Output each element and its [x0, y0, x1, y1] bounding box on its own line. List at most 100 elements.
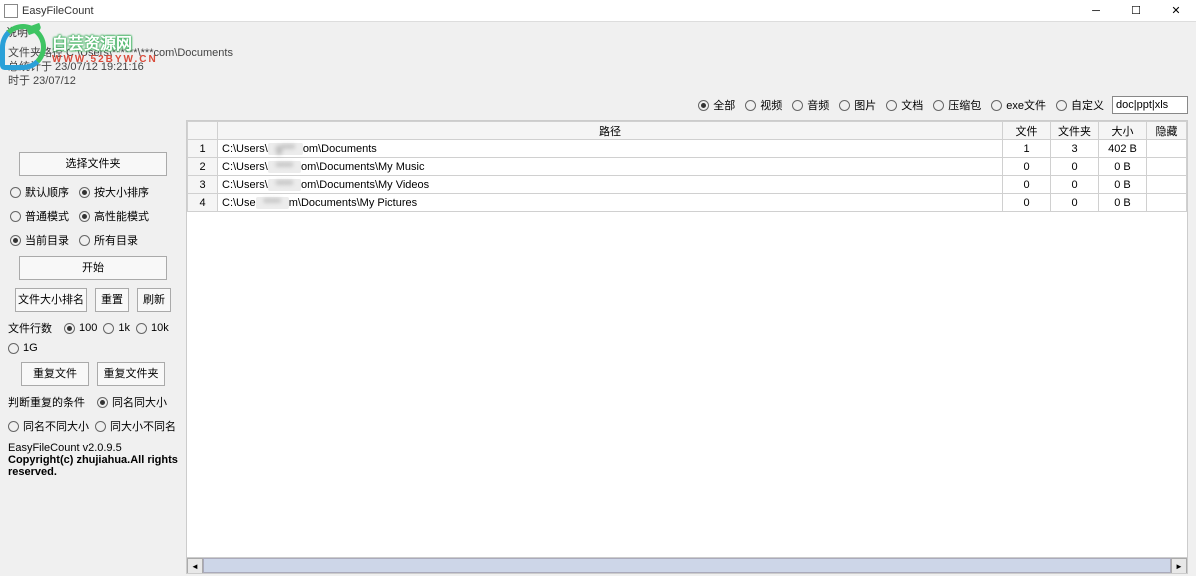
radio-label: 1G [23, 342, 38, 354]
col-folders[interactable]: 文件夹 [1051, 122, 1099, 140]
radio-dup-name-size[interactable]: 同名同大小 [97, 394, 167, 410]
row-number: 1 [188, 140, 218, 158]
radio-label: exe文件 [1006, 97, 1046, 113]
horizontal-scrollbar[interactable]: ◄ ► [187, 557, 1187, 573]
radio-label: 普通模式 [25, 208, 69, 224]
row-number: 2 [188, 158, 218, 176]
radio-normal-mode[interactable]: 普通模式 [10, 208, 69, 224]
radio-label: 高性能模式 [94, 208, 149, 224]
col-size[interactable]: 大小 [1099, 122, 1147, 140]
radio-label: 视频 [760, 97, 782, 113]
scroll-thumb[interactable] [203, 558, 1171, 573]
app-icon [4, 4, 18, 18]
radio-default-sort[interactable]: 默认顺序 [10, 184, 69, 200]
radio-rows-100[interactable]: 100 [64, 322, 97, 334]
filter-all[interactable]: 全部 [698, 97, 735, 113]
filter-audio[interactable]: 音频 [792, 97, 829, 113]
radio-rows-1g[interactable]: 1G [8, 342, 38, 354]
rows-label: 文件行数 [8, 320, 52, 336]
radio-size-sort[interactable]: 按大小排序 [79, 184, 149, 200]
col-path[interactable]: 路径 [218, 122, 1003, 140]
radio-label: 同名不同大小 [23, 418, 89, 434]
radio-dup-size-diff[interactable]: 同大小不同名 [95, 418, 176, 434]
info-stat-time: 总统计于 23/07/12 19:21:16 [8, 60, 1188, 74]
radio-all-dir[interactable]: 所有目录 [79, 232, 138, 248]
cell-path: C:\Users\****om\Documents\My Videos [218, 176, 1003, 194]
table-row[interactable]: 1C:\Users\g***om\Documents13402 B [188, 140, 1187, 158]
cell-size: 0 B [1099, 194, 1147, 212]
radio-label: 音频 [807, 97, 829, 113]
filter-image[interactable]: 图片 [839, 97, 876, 113]
dup-folder-button[interactable]: 重复文件夹 [97, 362, 165, 386]
refresh-button[interactable]: 刷新 [137, 288, 171, 312]
sidebar: 选择文件夹 默认顺序 按大小排序 普通模式 高性能模式 当前目录 所有目录 开始… [8, 96, 178, 574]
filter-video[interactable]: 视频 [745, 97, 782, 113]
table-row[interactable]: 4C:\Use****m\Documents\My Pictures000 B [188, 194, 1187, 212]
cell-path: C:\Users\****om\Documents\My Music [218, 158, 1003, 176]
radio-high-mode[interactable]: 高性能模式 [79, 208, 149, 224]
cell-path: C:\Users\g***om\Documents [218, 140, 1003, 158]
cell-size: 0 B [1099, 158, 1147, 176]
radio-current-dir[interactable]: 当前目录 [10, 232, 69, 248]
scroll-left-icon[interactable]: ◄ [187, 558, 203, 574]
col-files[interactable]: 文件 [1003, 122, 1051, 140]
titlebar: EasyFileCount ─ ☐ ✕ [0, 0, 1196, 22]
copyright-text: Copyright(c) zhujiahua.All rights reserv… [8, 454, 178, 478]
radio-label: 100 [79, 322, 97, 334]
rank-button[interactable]: 文件大小排名 [15, 288, 87, 312]
filter-custom[interactable]: 自定义 [1056, 97, 1104, 113]
radio-label: 同名同大小 [112, 394, 167, 410]
minimize-button[interactable]: ─ [1076, 0, 1116, 22]
cell-hidden [1147, 158, 1187, 176]
info-path: 文件夹路径 C:\Users\******\***com\Documents [8, 46, 1188, 60]
col-rownum[interactable] [188, 122, 218, 140]
radio-label: 同大小不同名 [110, 418, 176, 434]
cell-hidden [1147, 140, 1187, 158]
info-area: 白芸资源网 WWW.52BYW.CN 文件夹路径 C:\Users\******… [0, 42, 1196, 96]
cell-folders: 3 [1051, 140, 1099, 158]
radio-label: 压缩包 [948, 97, 981, 113]
cell-hidden [1147, 194, 1187, 212]
cell-files: 1 [1003, 140, 1051, 158]
select-folder-button[interactable]: 选择文件夹 [19, 152, 167, 176]
filter-doc[interactable]: 文档 [886, 97, 923, 113]
radio-label: 按大小排序 [94, 184, 149, 200]
radio-label: 所有目录 [94, 232, 138, 248]
radio-label: 文档 [901, 97, 923, 113]
reset-button[interactable]: 重置 [95, 288, 129, 312]
radio-label: 图片 [854, 97, 876, 113]
cell-path: C:\Use****m\Documents\My Pictures [218, 194, 1003, 212]
table-row[interactable]: 3C:\Users\****om\Documents\My Videos000 … [188, 176, 1187, 194]
radio-dup-name-diff[interactable]: 同名不同大小 [8, 418, 89, 434]
custom-filter-input[interactable] [1112, 96, 1188, 114]
filter-archive[interactable]: 压缩包 [933, 97, 981, 113]
dup-cond-label: 判断重复的条件 [8, 394, 85, 410]
cell-files: 0 [1003, 158, 1051, 176]
radio-label: 1k [118, 322, 130, 334]
version-text: EasyFileCount v2.0.9.5 [8, 442, 178, 454]
row-number: 3 [188, 176, 218, 194]
radio-rows-1k[interactable]: 1k [103, 322, 130, 334]
cell-folders: 0 [1051, 158, 1099, 176]
radio-label: 自定义 [1071, 97, 1104, 113]
col-hidden[interactable]: 隐藏 [1147, 122, 1187, 140]
cell-folders: 0 [1051, 194, 1099, 212]
start-button[interactable]: 开始 [19, 256, 167, 280]
filter-exe[interactable]: exe文件 [991, 97, 1046, 113]
cell-hidden [1147, 176, 1187, 194]
row-number: 4 [188, 194, 218, 212]
radio-label: 当前目录 [25, 232, 69, 248]
table-row[interactable]: 2C:\Users\****om\Documents\My Music000 B [188, 158, 1187, 176]
radio-label: 全部 [713, 97, 735, 113]
maximize-button[interactable]: ☐ [1116, 0, 1156, 22]
close-button[interactable]: ✕ [1156, 0, 1196, 22]
results-table: 路径 文件 文件夹 大小 隐藏 1C:\Users\g***om\Documen… [186, 120, 1188, 574]
scroll-right-icon[interactable]: ► [1171, 558, 1187, 574]
cell-files: 0 [1003, 194, 1051, 212]
radio-label: 默认顺序 [25, 184, 69, 200]
radio-rows-10k[interactable]: 10k [136, 322, 169, 334]
cell-folders: 0 [1051, 176, 1099, 194]
menu-help[interactable]: 说明 [0, 22, 1196, 42]
dup-file-button[interactable]: 重复文件 [21, 362, 89, 386]
radio-label: 10k [151, 322, 169, 334]
